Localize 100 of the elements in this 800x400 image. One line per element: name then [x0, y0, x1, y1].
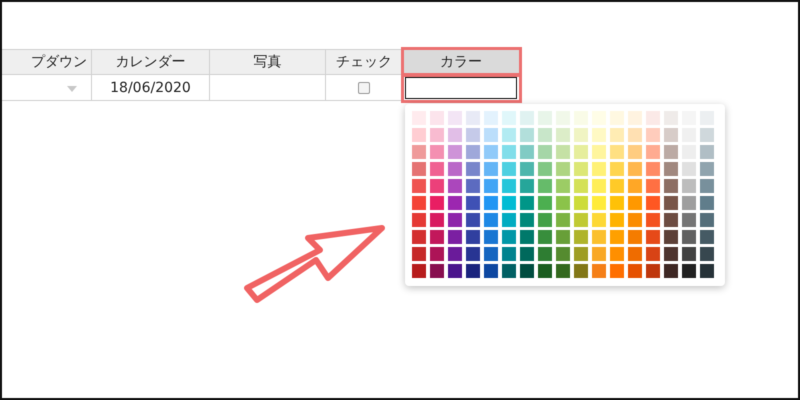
color-swatch[interactable] — [646, 179, 660, 193]
color-swatch[interactable] — [628, 230, 642, 244]
color-swatch[interactable] — [466, 145, 480, 159]
color-swatch[interactable] — [520, 162, 534, 176]
color-swatch[interactable] — [538, 247, 552, 261]
color-swatch[interactable] — [556, 179, 570, 193]
color-swatch[interactable] — [412, 179, 426, 193]
color-swatch[interactable] — [520, 230, 534, 244]
color-swatch[interactable] — [520, 247, 534, 261]
color-swatch[interactable] — [610, 247, 624, 261]
color-swatch[interactable] — [502, 196, 516, 210]
color-swatch[interactable] — [484, 230, 498, 244]
color-swatch[interactable] — [592, 264, 606, 278]
color-swatch[interactable] — [646, 247, 660, 261]
color-swatch[interactable] — [538, 230, 552, 244]
color-swatch[interactable] — [484, 128, 498, 142]
color-swatch[interactable] — [610, 264, 624, 278]
color-swatch[interactable] — [610, 196, 624, 210]
color-swatch[interactable] — [700, 196, 714, 210]
color-swatch[interactable] — [646, 196, 660, 210]
color-swatch[interactable] — [682, 247, 696, 261]
color-swatch[interactable] — [412, 128, 426, 142]
color-swatch[interactable] — [592, 111, 606, 125]
checkbox[interactable] — [358, 82, 370, 94]
color-swatch[interactable] — [520, 213, 534, 227]
color-swatch[interactable] — [448, 264, 462, 278]
color-swatch[interactable] — [412, 230, 426, 244]
color-swatch[interactable] — [430, 230, 444, 244]
color-swatch[interactable] — [520, 145, 534, 159]
photo-cell[interactable] — [210, 75, 326, 101]
color-swatch[interactable] — [646, 111, 660, 125]
color-swatch[interactable] — [484, 111, 498, 125]
color-swatch[interactable] — [538, 264, 552, 278]
color-swatch[interactable] — [574, 264, 588, 278]
color-swatch[interactable] — [430, 111, 444, 125]
color-swatch[interactable] — [682, 213, 696, 227]
color-swatch[interactable] — [628, 196, 642, 210]
color-swatch[interactable] — [556, 264, 570, 278]
color-swatch[interactable] — [502, 111, 516, 125]
color-swatch[interactable] — [556, 213, 570, 227]
color-swatch[interactable] — [610, 145, 624, 159]
color-swatch[interactable] — [502, 179, 516, 193]
color-swatch[interactable] — [502, 128, 516, 142]
color-swatch[interactable] — [430, 145, 444, 159]
color-swatch[interactable] — [682, 264, 696, 278]
color-swatch[interactable] — [448, 111, 462, 125]
color-swatch[interactable] — [556, 128, 570, 142]
color-swatch[interactable] — [556, 145, 570, 159]
color-swatch[interactable] — [520, 196, 534, 210]
color-swatch[interactable] — [466, 196, 480, 210]
color-swatch[interactable] — [682, 162, 696, 176]
color-swatch[interactable] — [592, 230, 606, 244]
color-swatch[interactable] — [412, 264, 426, 278]
color-swatch[interactable] — [646, 230, 660, 244]
color-swatch[interactable] — [664, 196, 678, 210]
color-swatch[interactable] — [628, 247, 642, 261]
color-swatch[interactable] — [502, 247, 516, 261]
color-swatch[interactable] — [502, 162, 516, 176]
color-swatch[interactable] — [628, 111, 642, 125]
color-swatch[interactable] — [502, 145, 516, 159]
color-swatch[interactable] — [484, 179, 498, 193]
color-swatch[interactable] — [628, 264, 642, 278]
color-swatch[interactable] — [700, 162, 714, 176]
color-swatch[interactable] — [448, 162, 462, 176]
color-swatch[interactable] — [412, 162, 426, 176]
color-swatch[interactable] — [610, 128, 624, 142]
color-swatch[interactable] — [574, 196, 588, 210]
color-swatch[interactable] — [646, 213, 660, 227]
color-swatch[interactable] — [466, 213, 480, 227]
color-swatch[interactable] — [592, 145, 606, 159]
color-swatch[interactable] — [412, 196, 426, 210]
date-cell[interactable]: 18/06/2020 — [92, 75, 210, 101]
color-swatch[interactable] — [592, 196, 606, 210]
color-swatch[interactable] — [412, 247, 426, 261]
color-swatch[interactable] — [466, 247, 480, 261]
color-swatch[interactable] — [430, 264, 444, 278]
color-swatch[interactable] — [682, 230, 696, 244]
color-swatch[interactable] — [430, 196, 444, 210]
color-swatch[interactable] — [466, 264, 480, 278]
color-swatch[interactable] — [574, 247, 588, 261]
color-swatch[interactable] — [412, 213, 426, 227]
color-swatch[interactable] — [700, 145, 714, 159]
color-swatch[interactable] — [520, 111, 534, 125]
color-swatch[interactable] — [574, 230, 588, 244]
color-input-field[interactable] — [405, 76, 517, 98]
dropdown-cell[interactable] — [2, 75, 92, 101]
color-swatch[interactable] — [610, 111, 624, 125]
color-swatch[interactable] — [664, 264, 678, 278]
color-swatch[interactable] — [484, 264, 498, 278]
color-swatch[interactable] — [664, 162, 678, 176]
color-swatch[interactable] — [430, 213, 444, 227]
color-swatch[interactable] — [520, 264, 534, 278]
color-swatch[interactable] — [538, 145, 552, 159]
color-swatch[interactable] — [628, 145, 642, 159]
color-swatch[interactable] — [664, 145, 678, 159]
color-swatch[interactable] — [466, 230, 480, 244]
color-swatch[interactable] — [592, 247, 606, 261]
color-swatch[interactable] — [610, 179, 624, 193]
color-swatch[interactable] — [664, 213, 678, 227]
color-swatch[interactable] — [556, 230, 570, 244]
